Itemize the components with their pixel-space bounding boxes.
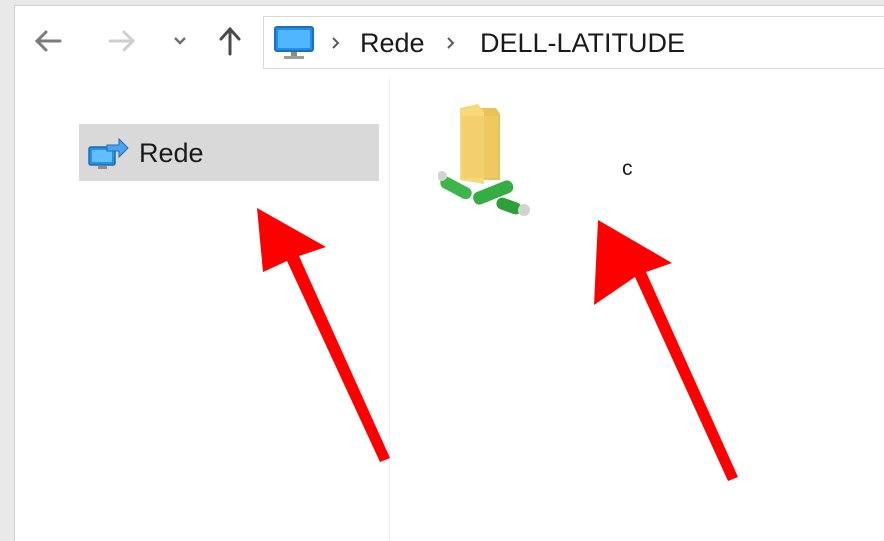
network-icon [88,137,129,169]
sidebar-item-label: Rede [139,138,204,168]
address-bar[interactable]: Rede DELL-LATITUDE [263,16,884,69]
up-button[interactable] [213,24,247,58]
arrow-up-icon [219,26,241,56]
breadcrumb-dell-latitude[interactable]: DELL-LATITUDE [480,28,685,59]
chevron-down-icon [174,37,186,45]
forward-button[interactable] [105,24,139,58]
red-annotation-arrow-right [594,220,738,481]
chevron-right-icon [447,37,455,49]
chevron-right-icon [332,37,340,49]
recent-locations-button[interactable] [163,24,197,58]
shared-folder-icon [438,104,530,216]
red-annotation-arrow-left [257,208,390,462]
sidebar-item-rede[interactable]: Rede [79,124,379,181]
navigation-bar: Rede DELL-LATITUDE [15,6,884,78]
shared-folder-item[interactable]: c [430,102,633,232]
shared-folder-label: c [622,157,633,180]
breadcrumb-rede[interactable]: Rede [360,28,425,59]
this-pc-icon [274,26,314,59]
arrow-right-icon [108,30,136,52]
file-explorer-window: Rede DELL-LATITUDE Rede c [14,5,884,541]
arrow-left-icon [34,30,62,52]
back-button[interactable] [31,24,65,58]
